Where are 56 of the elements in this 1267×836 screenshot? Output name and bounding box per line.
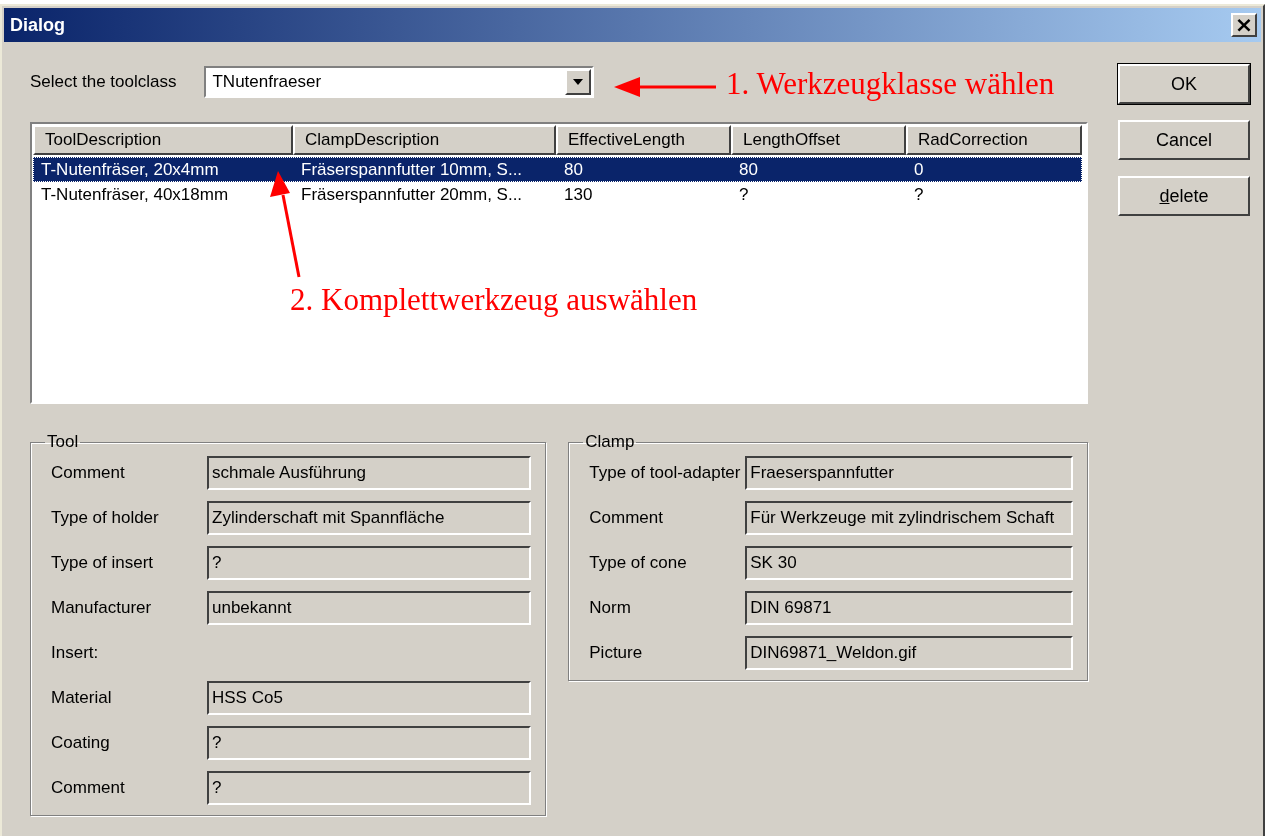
field-label: Comment — [51, 778, 126, 798]
table-cell-text: 80 — [563, 159, 584, 180]
read-only-field[interactable]: Fraeserspannfutter — [745, 456, 1073, 490]
window-title: Dialog — [10, 14, 65, 36]
field-label: Type of tool-adapter — [589, 463, 742, 483]
read-only-field[interactable]: ? — [207, 726, 532, 760]
column-header[interactable]: ToolDescription — [33, 125, 293, 155]
toolclass-dropdown[interactable]: TNutenfraeser — [204, 66, 595, 98]
read-only-field[interactable]: DIN69871_Weldon.gif — [745, 636, 1073, 670]
column-header[interactable]: LengthOffset — [731, 125, 906, 155]
field-label: Material — [51, 688, 113, 708]
field-label: Picture — [589, 643, 644, 663]
dialog-button[interactable]: delete — [1118, 176, 1250, 216]
table-cell-text: 0 — [913, 159, 925, 180]
read-only-field[interactable]: DIN 69871 — [745, 591, 1073, 625]
read-only-field[interactable]: Für Werkzeuge mit zylindrischem Schaft — [745, 501, 1073, 535]
column-header[interactable]: EffectiveLength — [556, 125, 731, 155]
field-label: Manufacturer — [51, 598, 153, 618]
table-cell-text: Fräserspannfutter 10mm, S... — [300, 159, 524, 180]
table-cell-text: Fräserspannfutter 20mm, S... — [300, 184, 524, 205]
read-only-field[interactable]: ? — [207, 546, 532, 580]
table-cell-text: T-Nutenfräser, 40x18mm — [40, 184, 230, 205]
close-button[interactable]: × — [1231, 13, 1257, 37]
group-title: Clamp — [584, 432, 636, 452]
field-label: Norm — [589, 598, 632, 618]
field-label: Comment — [589, 508, 664, 528]
read-only-field[interactable]: ? — [207, 771, 532, 805]
table-cell-text: ? — [738, 184, 750, 205]
read-only-field[interactable]: unbekannt — [207, 591, 532, 625]
dialog-button[interactable]: OK — [1118, 64, 1250, 104]
dialog-button[interactable]: Cancel — [1118, 120, 1250, 160]
annotation-text: 2. Komplettwerkzeug auswählen — [290, 282, 698, 318]
table-cell-text: 80 — [738, 159, 759, 180]
table-cell-text: T-Nutenfräser, 20x4mm — [40, 159, 220, 180]
annotation-text: 1. Werkzeugklasse wählen — [726, 66, 1055, 102]
section-label: Insert: — [51, 643, 100, 663]
table-row[interactable]: T-Nutenfräser, 40x18mm Fräserspannfutter 20mm, S... 130 ? ? — [33, 182, 1082, 207]
field-label: Type of insert — [51, 553, 155, 573]
field-label: Type of cone — [589, 553, 688, 573]
read-only-field[interactable]: Zylinderschaft mit Spannfläche — [207, 501, 532, 535]
table-row[interactable]: T-Nutenfräser, 20x4mm Fräserspannfutter 10mm, S... 80 80 0 — [33, 157, 1082, 182]
read-only-field[interactable]: schmale Ausführung — [207, 456, 532, 490]
read-only-field[interactable]: HSS Co5 — [207, 681, 532, 715]
table-cell-text: 130 — [563, 184, 594, 205]
column-header[interactable]: ClampDescription — [293, 125, 556, 155]
dropdown-button[interactable] — [565, 69, 592, 95]
group-title: Tool — [46, 432, 80, 452]
field-label: Coating — [51, 733, 111, 753]
column-header[interactable]: RadCorrection — [906, 125, 1082, 155]
field-label: Type of holder — [51, 508, 160, 528]
field-label: Select the toolclass — [30, 72, 177, 92]
table-cell-text: ? — [913, 184, 925, 205]
read-only-field[interactable]: SK 30 — [745, 546, 1073, 580]
field-label: Comment — [51, 463, 126, 483]
dropdown-value: TNutenfraeser — [212, 72, 322, 92]
caret-icon — [573, 79, 584, 85]
